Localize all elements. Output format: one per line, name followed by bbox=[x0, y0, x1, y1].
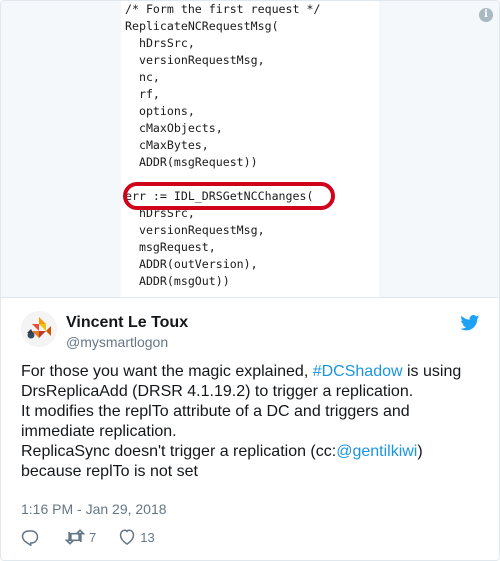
code-line: nc, bbox=[125, 70, 160, 84]
reply-icon bbox=[21, 530, 39, 546]
code-line: rf, bbox=[125, 87, 160, 101]
heart-icon bbox=[120, 529, 135, 546]
tweet-timestamp[interactable]: 1:16 PM - Jan 29, 2018 bbox=[21, 501, 167, 517]
code-line: versionRequestMsg, bbox=[125, 53, 265, 67]
code-line: cMaxBytes, bbox=[125, 138, 209, 152]
tweet-text: For those you want the magic explained, … bbox=[21, 362, 481, 482]
tweet-media-image[interactable]: /* Form the first request */ ReplicateNC… bbox=[1, 1, 499, 297]
tweet-text-line: For those you want the magic explained, … bbox=[21, 363, 462, 380]
code-line: /* Form the first request */ bbox=[125, 2, 321, 16]
tweet-text-line: It modifies the replTo attribute of a DC… bbox=[21, 403, 410, 420]
author-name[interactable]: Vincent Le Toux bbox=[66, 314, 188, 332]
code-line: ReplicateNCRequestMsg( bbox=[125, 19, 279, 33]
tweet-text-line: DrsReplicaAdd (DRSR 4.1.19.2) to trigger… bbox=[21, 383, 414, 400]
hashtag-link[interactable]: #DCShadow bbox=[313, 363, 403, 380]
retweet-button[interactable]: 7 bbox=[65, 528, 96, 546]
tweet-text-line: immediate replication. bbox=[21, 423, 177, 440]
red-highlight-oval bbox=[123, 182, 335, 210]
like-button[interactable]: 13 bbox=[118, 528, 155, 546]
code-line: hDrsSrc, bbox=[125, 36, 195, 50]
code-line: ADDR(outVersion), bbox=[125, 257, 258, 271]
twitter-bird-icon[interactable] bbox=[460, 315, 480, 331]
tweet-actions: 7 13 bbox=[21, 527, 177, 547]
author-handle[interactable]: @mysmartlogon bbox=[66, 334, 168, 350]
avatar[interactable] bbox=[21, 311, 57, 347]
media-divider bbox=[1, 297, 499, 298]
embedded-tweet-card: /* Form the first request */ ReplicateNC… bbox=[0, 0, 500, 561]
avatar-logo-icon bbox=[21, 311, 57, 347]
tweet-text-line: because replTo is not set bbox=[21, 463, 198, 480]
like-count: 13 bbox=[140, 529, 155, 545]
tweet-text-line: ReplicaSync doesn't trigger a replicatio… bbox=[21, 443, 423, 460]
code-line: options, bbox=[125, 104, 195, 118]
code-line: ADDR(msgOut)) bbox=[125, 274, 230, 288]
code-line: ADDR(msgRequest)) bbox=[125, 155, 258, 169]
retweet-count: 7 bbox=[89, 529, 97, 545]
info-icon[interactable]: i bbox=[479, 8, 493, 22]
code-line: cMaxObjects, bbox=[125, 121, 223, 135]
reply-button[interactable] bbox=[21, 528, 43, 546]
mention-link[interactable]: @gentilkiwi bbox=[336, 443, 417, 460]
code-line: versionRequestMsg, bbox=[125, 223, 265, 237]
retweet-icon bbox=[65, 529, 85, 545]
code-line: msgRequest, bbox=[125, 240, 216, 254]
